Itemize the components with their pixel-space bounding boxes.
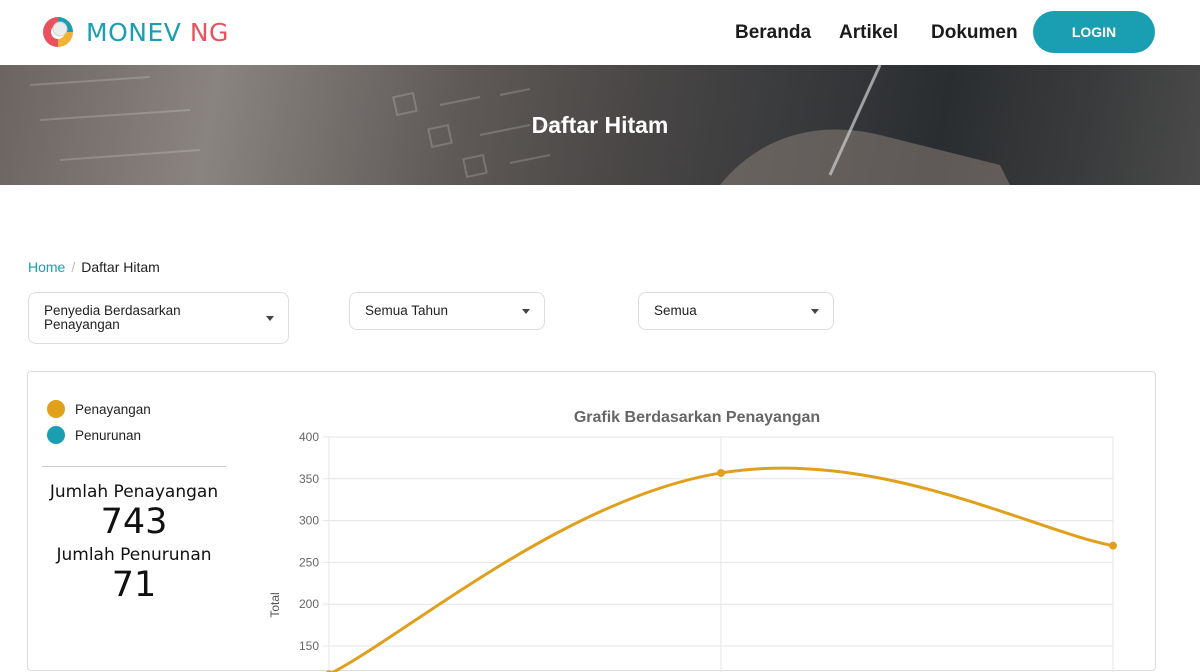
nav-dokumen[interactable]: Dokumen — [931, 0, 1018, 65]
breadcrumb-current: Daftar Hitam — [81, 259, 160, 275]
chevron-down-icon — [522, 309, 530, 314]
chart-y-tick-label: 200 — [299, 597, 319, 611]
chevron-down-icon — [266, 316, 274, 321]
chart-y-tick-label: 350 — [299, 472, 319, 486]
chart-title: Grafik Berdasarkan Penayangan — [574, 409, 820, 426]
brand-logo[interactable]: MONEV NG — [40, 14, 229, 50]
chevron-down-icon — [811, 309, 819, 314]
chart-y-tick-label: 150 — [299, 639, 319, 653]
chart-y-tick-label: 400 — [299, 430, 319, 444]
chart-card: Penayangan Penurunan Jumlah Penayangan 7… — [27, 371, 1156, 672]
login-button[interactable]: LOGIN — [1033, 11, 1155, 53]
chart-y-axis-label: Total — [268, 592, 282, 617]
brand-name-part1: MONEV — [86, 17, 182, 47]
breadcrumb-home-link[interactable]: Home — [28, 259, 65, 275]
filter-type-select[interactable]: Penyedia Berdasarkan Penayangan — [28, 292, 289, 344]
chart-data-point[interactable] — [1109, 541, 1117, 550]
chart-data-point[interactable] — [717, 468, 725, 477]
brand-name: MONEV NG — [86, 18, 229, 47]
breadcrumb-separator: / — [71, 259, 76, 275]
filter-year-select[interactable]: Semua Tahun — [349, 292, 545, 330]
line-chart: Grafik Berdasarkan Penayangan Total 400 3… — [268, 409, 1117, 672]
hero-banner: Daftar Hitam — [0, 65, 1200, 185]
brand-name-part2: NG — [189, 17, 229, 47]
nav-artikel[interactable]: Artikel — [839, 0, 898, 65]
page-title: Daftar Hitam — [531, 112, 669, 138]
chart-y-tick-label: 250 — [299, 555, 319, 569]
filter-scope-select[interactable]: Semua — [638, 292, 834, 330]
filter-year-value: Semua Tahun — [365, 303, 449, 318]
monev-logo-icon — [40, 14, 76, 50]
top-navbar: MONEV NG Beranda Artikel Dokumen LOGIN — [0, 0, 1200, 65]
filter-type-value: Penyedia Berdasarkan Penayangan — [44, 303, 181, 332]
filter-scope-value: Semua — [654, 303, 697, 318]
nav-beranda[interactable]: Beranda — [735, 0, 811, 65]
chart-y-tick-label: 300 — [299, 514, 319, 528]
breadcrumb: Home / Daftar Hitam — [28, 259, 160, 275]
